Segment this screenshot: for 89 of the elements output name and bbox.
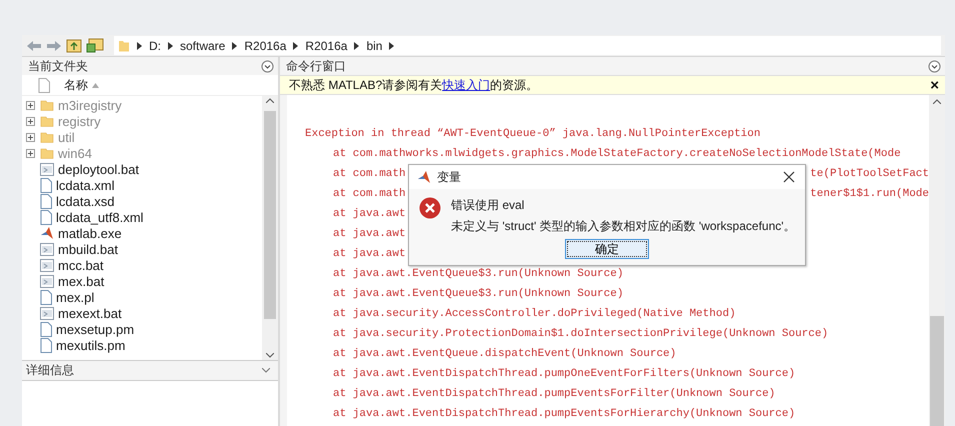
file-name[interactable]: mexutils.pm: [56, 338, 126, 352]
file-name[interactable]: mbuild.bat: [58, 242, 118, 256]
console-line: at java.awt.EventQueue.dispatchEvent(Unknown Source): [333, 347, 676, 362]
browse-folder-icon: [86, 38, 104, 53]
chevron-icon: [232, 42, 238, 50]
dialog-title: 变量: [437, 168, 461, 186]
ok-button[interactable]: 确定: [565, 239, 649, 259]
dropdown-icon: [261, 60, 274, 72]
console-line: at java.security.AccessController.doPrivileged(Native Method): [333, 307, 736, 322]
folder-icon: [40, 147, 54, 159]
scroll-up-icon: [266, 98, 274, 103]
document-icon: [38, 78, 50, 92]
expand-icon: [26, 100, 35, 110]
console-line: at com.math: [333, 187, 406, 202]
panel-title: 当前文件夹: [28, 58, 88, 74]
console-line: Exception in thread “AWT-EventQueue-0” java.lang.NullPointerException: [305, 127, 760, 142]
file-name[interactable]: mexsetup.pm: [56, 322, 134, 336]
console-line: at java.awt.EventDispatchThread.pumpEventsForFilter(Unknown Source): [333, 387, 776, 402]
console-line: at java.awt.EventQueue$3.run(Unknown Source): [333, 267, 624, 282]
document-icon: [40, 290, 52, 304]
chevron-icon: [137, 42, 142, 50]
path-segment[interactable]: software: [180, 38, 226, 52]
file-name[interactable]: deploytool.bat: [58, 162, 139, 176]
console-line: at com.mathworks.mlwidgets.graphics.ModelStateFactory.createNoSelectionModelState(Mode: [333, 147, 901, 162]
document-icon: [40, 194, 52, 208]
document-icon: [40, 338, 52, 352]
error-message: 未定义与 'struct' 类型的输入参数相对应的函数 'workspacefunc'。: [451, 218, 796, 235]
console-line: tener$1$1.run(Mode: [810, 187, 929, 202]
chevron-icon: [389, 42, 394, 50]
folder-icon: [40, 131, 54, 143]
batch-file-icon: [40, 258, 54, 272]
path-segment[interactable]: D:: [149, 38, 161, 52]
path-segment[interactable]: R2016a: [244, 38, 286, 52]
close-icon[interactable]: [783, 171, 795, 183]
batch-file-icon: [40, 306, 54, 320]
batch-file-icon: [40, 242, 54, 256]
matlab-logo-icon: [417, 170, 431, 184]
panel-title: 详细信息: [26, 362, 74, 379]
file-name[interactable]: mcc.bat: [58, 258, 104, 272]
console-line: at java.awt.EventQueue$3.run(Unknown Source): [333, 287, 624, 302]
chevron-icon: [354, 42, 360, 50]
file-name[interactable]: lcdata_utf8.xml: [56, 210, 144, 224]
sort-arrow-icon: [92, 82, 99, 88]
document-icon: [40, 322, 52, 336]
console-line: at java.security.ProtectionDomain$1.doIntersectionPrivilege(Unknown Source): [333, 327, 828, 342]
file-name[interactable]: lcdata.xml: [56, 178, 115, 192]
folder-icon: [40, 99, 54, 111]
scroll-up-icon: [933, 99, 941, 104]
file-name[interactable]: mex.bat: [58, 274, 104, 288]
error-heading: 错误使用 eval: [451, 197, 526, 214]
expand-icon: [26, 116, 35, 126]
scroll-down-icon: [266, 353, 274, 358]
dropdown-icon: [928, 60, 941, 72]
console-line: at java.awt.EventDispatchThread.pumpOneEventForFilters(Unknown Source): [333, 367, 796, 382]
file-name[interactable]: mex.pl: [56, 290, 94, 304]
console-line: at java.awt: [333, 207, 406, 222]
back-arrow-icon: [26, 40, 42, 52]
batch-file-icon: [40, 274, 54, 288]
path-segment[interactable]: bin: [366, 38, 382, 52]
expand-icon: [26, 148, 35, 158]
error-icon: [419, 197, 441, 219]
file-name[interactable]: matlab.exe: [58, 226, 122, 240]
close-button[interactable]: ×: [930, 78, 939, 92]
console-line: at com.math: [333, 167, 406, 182]
up-folder-icon: [66, 38, 82, 53]
chevron-icon: [168, 42, 173, 50]
file-name[interactable]: mexext.bat: [58, 306, 122, 320]
forward-arrow-icon: [46, 40, 62, 52]
chevron-down-icon: [262, 368, 270, 373]
matlab-logo-icon: [40, 226, 54, 240]
folder-icon: [40, 115, 54, 127]
path-segment[interactable]: R2016a: [305, 38, 348, 52]
notice-text: 不熟悉 MATLAB?请参阅有关快速入门的资源。: [289, 76, 538, 94]
expand-icon: [26, 132, 35, 142]
console-line: at java.awt.EventDispatchThread.pumpEventsForHierarchy(Unknown Source): [333, 407, 796, 422]
quick-start-link[interactable]: 快速入门: [442, 78, 490, 92]
chevron-icon: [293, 42, 298, 50]
panel-title: 命令行窗口: [286, 58, 346, 74]
scrollbar-thumb[interactable]: [264, 111, 276, 319]
batch-file-icon: [40, 162, 54, 176]
document-icon: [40, 210, 52, 224]
folder-icon: [118, 40, 130, 52]
scrollbar-thumb[interactable]: [930, 316, 944, 426]
file-name[interactable]: lcdata.xsd: [56, 194, 115, 208]
console-line: at java.awt: [333, 227, 406, 242]
console-line: te(PlotToolSetFact: [810, 167, 929, 182]
column-header[interactable]: 名称: [64, 76, 88, 94]
document-icon: [40, 178, 52, 192]
console-line: at java.awt: [333, 247, 406, 262]
